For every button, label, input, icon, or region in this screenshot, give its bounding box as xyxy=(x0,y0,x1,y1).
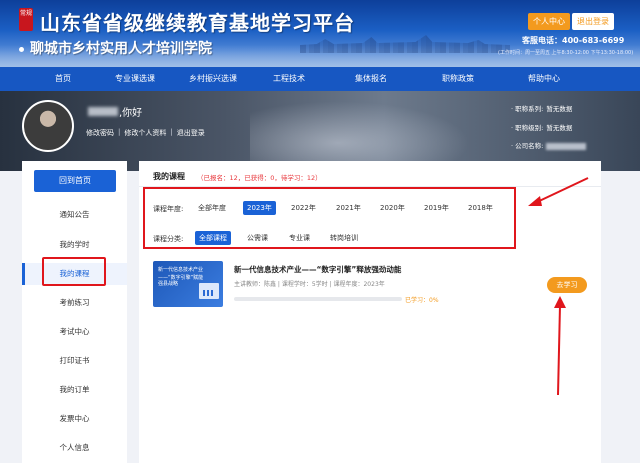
info-company: · 公司名称: xyxy=(511,140,587,150)
banner-skyline xyxy=(300,35,510,53)
sidebar-item-my-hours[interactable]: 我的学时 xyxy=(22,235,127,255)
sidebar-item-exam-center[interactable]: 考试中心 xyxy=(22,322,127,342)
top-actions: 个人中心 退出登录 xyxy=(528,13,614,30)
greeting: ,你好 xyxy=(119,108,143,119)
sidebar: 回到首页 通知公告 我的学时 我的课程 考前练习 考试中心 打印证书 我的订单 … xyxy=(22,161,127,463)
course-stats: （已报名：12，已获得：0，待学习：12） xyxy=(197,174,322,182)
sidebar-item-personal-info[interactable]: 个人信息 xyxy=(22,438,127,458)
thumbnail-line-3: 强县战略 xyxy=(158,281,179,287)
page-title: 我的课程 xyxy=(153,172,185,181)
chart-illustration-icon xyxy=(199,283,219,299)
info-title-series: · 职称系列: 暂无数据 xyxy=(511,103,572,113)
go-study-button[interactable]: 去学习 xyxy=(547,277,587,293)
sidebar-item-practice[interactable]: 考前练习 xyxy=(22,293,127,313)
logout-link[interactable]: 退出登录 xyxy=(177,128,205,138)
change-password-link[interactable]: 修改密码 xyxy=(86,128,114,138)
blurred-username xyxy=(88,107,118,116)
sidebar-item-my-orders[interactable]: 我的订单 xyxy=(22,380,127,400)
separator: | xyxy=(170,128,173,136)
info-label: · 职称级别: xyxy=(511,124,544,132)
main-nav: 首页 专业课选课 乡村振兴选课 工程技术 集体报名 职称政策 帮助中心 xyxy=(0,67,640,91)
course-meta: 主讲教师：陈鑫 | 课程学时：5学时 | 课程年度：2023年 xyxy=(234,281,385,288)
blurred-company xyxy=(546,142,587,150)
logout-button[interactable]: 退出登录 xyxy=(572,13,614,30)
info-label: · 职称系列: xyxy=(511,105,544,113)
info-label: · 公司名称: xyxy=(511,142,544,150)
avatar xyxy=(22,100,74,152)
course-thumbnail[interactable]: 新一代信息技术产业 ——“数字引擎”赋能 强县战略 xyxy=(153,261,223,307)
nav-group-signup[interactable]: 集体报名 xyxy=(322,67,420,91)
progress-text: 已学习：0% xyxy=(405,297,439,304)
info-value: 暂无数据 xyxy=(546,124,573,132)
nav-help[interactable]: 帮助中心 xyxy=(496,67,592,91)
nav-professional-courses[interactable]: 专业课选课 xyxy=(100,67,170,91)
info-value: 暂无数据 xyxy=(546,105,573,113)
nav-engineering[interactable]: 工程技术 xyxy=(256,67,322,91)
seal-logo: 常规 xyxy=(19,8,33,31)
annotation-box-filters xyxy=(143,187,516,249)
user-links: 修改密码 | 修改个人资料 | 退出登录 xyxy=(86,128,205,138)
edit-profile-link[interactable]: 修改个人资料 xyxy=(124,128,166,138)
separator: | xyxy=(118,128,121,136)
sidebar-item-notices[interactable]: 通知公告 xyxy=(22,205,127,225)
thumbnail-line-1: 新一代信息技术产业 xyxy=(158,267,204,273)
thumbnail-line-2: ——“数字引擎”赋能 强县战略 xyxy=(158,275,203,287)
sidebar-item-print-certificate[interactable]: 打印证书 xyxy=(22,351,127,371)
info-title-level: · 职称级别: 暂无数据 xyxy=(511,122,572,132)
personal-center-button[interactable]: 个人中心 xyxy=(528,13,570,30)
hotline: 客服电话：400-683-6699 xyxy=(522,35,624,46)
hotline-text: 客服电话：400-683-6699 xyxy=(522,36,625,45)
annotation-box-sidebar xyxy=(42,257,106,286)
subtitle-text: 聊城市乡村实用人才培训学院 xyxy=(30,41,212,57)
nav-home[interactable]: 首页 xyxy=(26,67,100,91)
course-title[interactable]: 新一代信息技术产业——“数字引擎”释放强劲动能 xyxy=(234,264,401,275)
back-home-button[interactable]: 回到首页 xyxy=(34,170,116,192)
bullet-icon xyxy=(19,46,24,52)
course-progress-bar xyxy=(234,297,402,301)
site-subtitle: 聊城市乡村实用人才培训学院 xyxy=(19,38,212,58)
site-title: 山东省省级继续教育基地学习平台 xyxy=(40,11,355,35)
nav-title-policy[interactable]: 职称政策 xyxy=(420,67,496,91)
sidebar-item-invoices[interactable]: 发票中心 xyxy=(22,409,127,429)
nav-rural-courses[interactable]: 乡村振兴选课 xyxy=(170,67,256,91)
work-time: (工作时间：周一至周五 上午8:30-12:00 下午13:30-18:00) xyxy=(498,50,634,56)
